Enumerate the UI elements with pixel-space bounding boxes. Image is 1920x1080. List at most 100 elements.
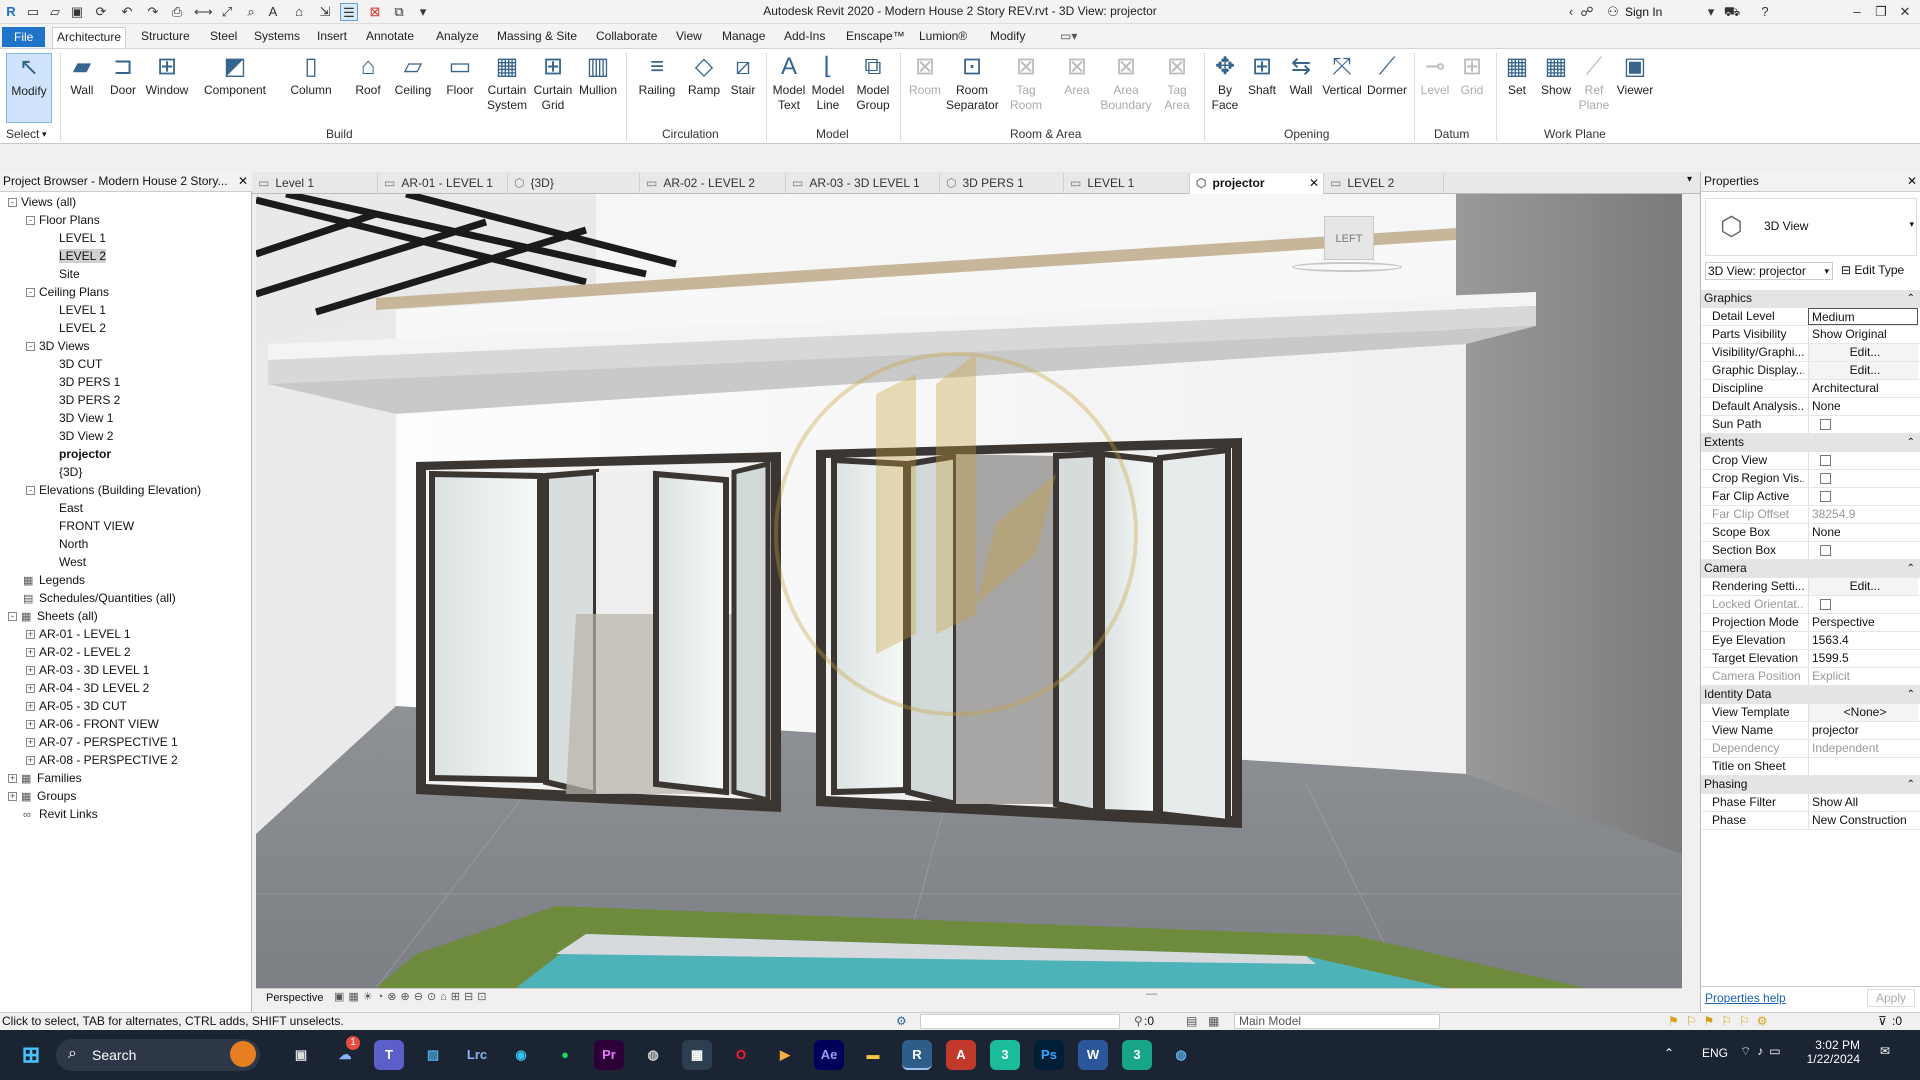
view-tab[interactable]: ⬡ projector ✕ — [1190, 173, 1324, 194]
design-option-selector[interactable]: Main Model — [1234, 1014, 1440, 1029]
binoculars-icon[interactable]: ☍ — [1578, 3, 1596, 21]
checkbox[interactable] — [1820, 473, 1831, 485]
spotify-icon[interactable]: ● — [550, 1040, 580, 1070]
property-checkbox-cell[interactable] — [1808, 488, 1918, 505]
property-checkbox-cell[interactable] — [1808, 470, 1918, 487]
floor-button[interactable]: ▭ Floor — [440, 53, 480, 98]
view-tab[interactable]: ⬡ {3D} — [508, 173, 640, 194]
set-button[interactable]: ▦ Set — [1500, 53, 1534, 98]
view-control-icons[interactable]: ▣▦☀◔⊗⊕⊖⊙⌂⊞⊟⊡ — [334, 989, 490, 1005]
model-group-button[interactable]: ⧉ Model Group — [852, 53, 894, 113]
selection-filter-icons[interactable]: ⚑⚐⚑⚐⚐⚙ — [1668, 1013, 1775, 1030]
property-section[interactable]: Extents ⌃ — [1701, 434, 1920, 452]
browser-node[interactable]: + AR-04 - 3D LEVEL 2 — [26, 680, 149, 696]
collapse-icon[interactable]: ⌃ — [1907, 560, 1915, 577]
tab-analyze[interactable]: Analyze — [432, 28, 483, 46]
viewcube[interactable]: LEFT — [1324, 216, 1374, 260]
checkbox[interactable] — [1820, 455, 1831, 467]
property-value[interactable]: 1563.4 — [1808, 632, 1918, 649]
close-icon[interactable]: ✕ — [1309, 173, 1319, 193]
browser-node[interactable]: - Elevations (Building Elevation) — [26, 482, 201, 498]
window-button[interactable]: ⊞ Window — [142, 53, 192, 98]
select-dropdown-icon[interactable]: ▾ — [42, 129, 47, 140]
property-value[interactable]: None — [1808, 524, 1918, 541]
design-options-icon[interactable]: ▤ — [1186, 1013, 1197, 1030]
lightroom-icon[interactable]: Lrc — [462, 1040, 492, 1070]
expand-icon[interactable]: + — [26, 738, 35, 748]
browser-node[interactable]: ▤ Schedules/Quantities (all) — [8, 590, 176, 607]
search-box[interactable]: ⌕ Search — [56, 1039, 260, 1071]
browser-node[interactable]: LEVEL 1 — [44, 230, 106, 246]
help-icon[interactable]: ? — [1756, 3, 1774, 21]
media-player-icon[interactable]: ▶ — [770, 1040, 800, 1070]
browser-node[interactable]: LEVEL 1 — [44, 302, 106, 318]
area-boundary-button[interactable]: ⊠ Area Boundary — [1100, 53, 1152, 113]
work-plane-panel-label[interactable]: Work Plane — [1544, 127, 1606, 141]
browser-node[interactable]: 3D PERS 1 — [44, 374, 120, 390]
autocad-icon[interactable]: A — [946, 1040, 976, 1070]
stair-button[interactable]: ⧄ Stair — [726, 53, 760, 98]
ceiling-button[interactable]: ▱ Ceiling — [390, 53, 436, 98]
tab-manage[interactable]: Manage — [718, 28, 769, 46]
property-edit-button[interactable]: Edit... — [1808, 578, 1918, 595]
browser-node[interactable]: ∞ Revit Links — [8, 806, 98, 823]
view-tab[interactable]: ▭ LEVEL 1 — [1064, 173, 1190, 194]
expand-icon[interactable]: + — [26, 702, 35, 712]
browser-node[interactable]: LEVEL 2 — [44, 320, 106, 336]
browser-node[interactable]: - Floor Plans — [26, 212, 100, 228]
photoshop-icon[interactable]: Ps — [1034, 1040, 1064, 1070]
property-section[interactable]: Identity Data ⌃ — [1701, 686, 1920, 704]
tray-chevron-icon[interactable]: ⌃ — [1664, 1046, 1674, 1060]
property-value[interactable]: Architectural — [1808, 380, 1918, 397]
grid-button[interactable]: ⊞ Grid — [1454, 53, 1490, 98]
browser-node[interactable]: 3D PERS 2 — [44, 392, 120, 408]
view-tab[interactable]: ▭ LEVEL 2 — [1324, 173, 1444, 194]
editable-only-icon[interactable]: ⚲ — [1134, 1013, 1143, 1030]
tabs-menu-icon[interactable]: ▾ — [1687, 174, 1692, 185]
property-edit-button[interactable]: <None> — [1808, 704, 1918, 721]
property-value[interactable]: Medium — [1808, 308, 1918, 325]
wall-opening-button[interactable]: ⇆ Wall — [1284, 53, 1318, 98]
browser-node[interactable]: + AR-03 - 3D LEVEL 1 — [26, 662, 149, 678]
property-checkbox-cell[interactable] — [1808, 542, 1918, 559]
view-tab[interactable]: ⬡ 3D PERS 1 — [940, 173, 1064, 194]
door-button[interactable]: ⊐ Door — [106, 53, 140, 98]
calculator-icon[interactable]: ▦ — [682, 1040, 712, 1070]
file-explorer-icon[interactable]: ▬ — [858, 1040, 888, 1070]
by-face-button[interactable]: ✥ By Face — [1208, 53, 1242, 113]
wall-button[interactable]: ▰ Wall — [64, 53, 100, 98]
curtain-system-button[interactable]: ▦ Curtain System — [484, 53, 530, 113]
tab-modify[interactable]: Modify — [986, 28, 1029, 46]
premiere-icon[interactable]: Pr — [594, 1040, 624, 1070]
property-checkbox-cell[interactable] — [1808, 452, 1918, 469]
build-panel-label[interactable]: Build — [326, 127, 353, 141]
browser-node[interactable]: -3D Views — [26, 338, 89, 354]
property-value[interactable]: Show All — [1808, 794, 1918, 811]
collapse-icon[interactable]: - — [8, 612, 17, 622]
expand-icon[interactable]: + — [26, 684, 35, 694]
property-value[interactable]: None — [1808, 398, 1918, 415]
browser-node[interactable]: West — [44, 554, 86, 570]
property-edit-button[interactable]: Edit... — [1808, 344, 1918, 361]
property-value[interactable]: Show Original — [1808, 326, 1918, 343]
clock[interactable]: 3:02 PM 1/22/2024 — [1796, 1038, 1860, 1066]
minimize-icon[interactable]: – — [1848, 3, 1866, 21]
model-text-button[interactable]: A Model Text — [770, 53, 808, 113]
browser-node[interactable]: + AR-08 - PERSPECTIVE 2 — [26, 752, 178, 768]
collapse-icon[interactable]: - — [26, 486, 35, 496]
expand-icon[interactable]: + — [26, 720, 35, 730]
expand-icon[interactable]: + — [26, 630, 35, 640]
tab-add-ins[interactable]: Add-Ins — [780, 28, 829, 46]
sketchup-icon[interactable]: 3 — [990, 1040, 1020, 1070]
browser-node[interactable]: 3D CUT — [44, 356, 102, 372]
property-value[interactable]: 38254.9 — [1808, 506, 1918, 523]
level-button[interactable]: ⊸ Level — [1418, 53, 1452, 98]
browser-node[interactable]: + AR-05 - 3D CUT — [26, 698, 127, 714]
tag-area-button[interactable]: ⊠ Tag Area — [1158, 53, 1196, 113]
tab-systems[interactable]: Systems — [250, 28, 304, 46]
tab-steel[interactable]: Steel — [206, 28, 241, 46]
viewcube-ring[interactable] — [1292, 262, 1402, 272]
after-effects-icon[interactable]: Ae — [814, 1040, 844, 1070]
tab-massing-site[interactable]: Massing & Site — [493, 28, 581, 46]
model-panel-label[interactable]: Model — [816, 127, 849, 141]
